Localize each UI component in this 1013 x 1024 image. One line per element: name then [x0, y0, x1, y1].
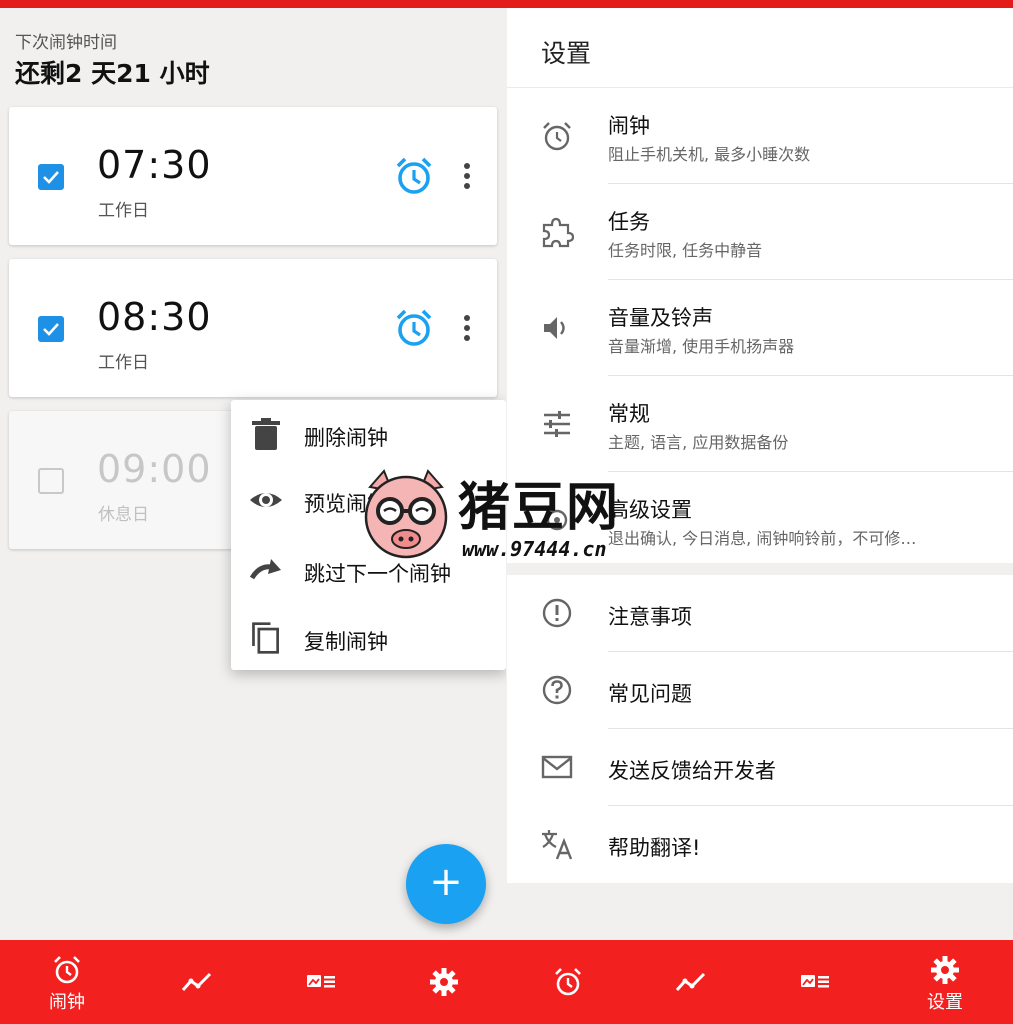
mail-icon: [541, 755, 573, 779]
copy-icon: [252, 622, 279, 654]
alarm-enabled-checkbox[interactable]: [38, 468, 64, 494]
alarm-clock-icon[interactable]: [395, 156, 433, 196]
alarm-card[interactable]: 08:30 工作日: [9, 259, 497, 397]
next-alarm-remaining: 还剩2 天21 小时: [15, 59, 210, 88]
settings-item-missions[interactable]: 任务 任务时限, 任务中静音: [507, 184, 1013, 280]
watermark-text: 猪豆网: [458, 477, 621, 538]
settings-item-sound[interactable]: 音量及铃声 音量渐增, 使用手机扬声器: [507, 280, 1013, 376]
menu-item-label: 删除闹钟: [304, 426, 388, 450]
nav-item-settings[interactable]: [381, 940, 507, 1024]
settings-item-title: 注意事项: [608, 605, 692, 629]
bottom-nav: 闹钟 设置: [0, 940, 1013, 1024]
settings-item-title: 常规: [608, 402, 650, 426]
settings-item-title: 帮助翻译!: [608, 836, 701, 860]
more-vertical-icon[interactable]: [458, 161, 476, 191]
nav-item-news[interactable]: [258, 940, 384, 1024]
watermark-url: www.97444.cn: [462, 537, 607, 561]
check-icon: [43, 171, 59, 184]
watermark: 猪豆网 www.97444.cn: [356, 465, 656, 565]
alarm-enabled-checkbox[interactable]: [38, 316, 64, 342]
alarm-clock-icon[interactable]: [395, 308, 433, 348]
alarm-clock-icon: [555, 968, 581, 996]
nav-item-news[interactable]: [752, 940, 878, 1024]
volume-icon: [544, 317, 565, 339]
more-vertical-icon[interactable]: [458, 313, 476, 343]
page-title: 设置: [541, 39, 592, 68]
nav-item-label: 闹钟: [49, 992, 85, 1013]
sliders-icon: [544, 411, 570, 437]
settings-gear-icon: [931, 956, 959, 984]
nav-item-settings[interactable]: 设置: [882, 940, 1008, 1024]
settings-item-title: 常见问题: [608, 682, 692, 706]
settings-item-title: 发送反馈给开发者: [608, 759, 776, 783]
nav-item-label: 设置: [927, 992, 963, 1013]
alarm-clock-icon: [54, 956, 80, 984]
trend-icon: [181, 972, 212, 991]
settings-item-title: 闹钟: [608, 114, 650, 138]
exclamation-circle-icon: [542, 598, 572, 628]
question-circle-icon: [542, 675, 572, 705]
news-icon: [307, 975, 335, 988]
menu-item-delete[interactable]: 删除闹钟: [231, 400, 506, 466]
status-bar: [0, 0, 1013, 8]
settings-item-title: 任务: [608, 210, 650, 234]
menu-item-duplicate[interactable]: 复制闹钟: [231, 604, 506, 670]
settings-item-notes[interactable]: 注意事项: [507, 575, 1013, 652]
settings-item-subtitle: 主题, 语言, 应用数据备份: [608, 433, 789, 452]
settings-item-alarm[interactable]: 闹钟 阻止手机关机, 最多小睡次数: [507, 88, 1013, 184]
alarm-time: 07:30: [97, 143, 212, 187]
news-icon: [801, 975, 829, 988]
nav-item-alarm[interactable]: [505, 940, 631, 1024]
nav-item-report[interactable]: [628, 940, 754, 1024]
plus-icon: +: [429, 859, 463, 905]
trash-icon: [252, 418, 280, 450]
redo-icon: [249, 559, 281, 580]
menu-item-label: 复制闹钟: [304, 630, 388, 654]
alarm-card[interactable]: 07:30 工作日: [9, 107, 497, 245]
nav-item-alarm[interactable]: 闹钟: [4, 940, 130, 1024]
check-icon: [43, 323, 59, 336]
alarm-days: 工作日: [98, 353, 149, 373]
settings-item-translate[interactable]: 帮助翻译!: [507, 806, 1013, 883]
alarm-days: 休息日: [98, 505, 149, 525]
settings-item-subtitle: 阻止手机关机, 最多小睡次数: [608, 145, 811, 164]
next-alarm-label: 下次闹钟时间: [15, 33, 117, 53]
alarm-days: 工作日: [98, 201, 149, 221]
settings-item-feedback[interactable]: 发送反馈给开发者: [507, 729, 1013, 806]
settings-item-faq[interactable]: 常见问题: [507, 652, 1013, 729]
alarm-time: 08:30: [97, 295, 212, 339]
pig-logo-icon: [364, 469, 448, 559]
settings-info-list: 注意事项 常见问题 发送反馈给开发者 帮助翻译!: [507, 575, 1013, 883]
puzzle-icon: [542, 217, 574, 248]
nav-item-report[interactable]: [134, 940, 260, 1024]
add-alarm-button[interactable]: +: [406, 844, 486, 924]
alarm-enabled-checkbox[interactable]: [38, 164, 64, 190]
alarm-clock-icon: [543, 122, 571, 151]
settings-item-subtitle: 任务时限, 任务中静音: [608, 241, 763, 260]
settings-item-subtitle: 音量渐增, 使用手机扬声器: [608, 337, 795, 356]
trend-icon: [675, 972, 706, 991]
translate-icon: [542, 830, 573, 860]
eye-icon: [250, 493, 282, 507]
settings-gear-icon: [430, 968, 458, 996]
settings-item-title: 音量及铃声: [608, 306, 713, 330]
alarm-time: 09:00: [97, 447, 212, 491]
settings-item-general[interactable]: 常规 主题, 语言, 应用数据备份: [507, 376, 1013, 472]
